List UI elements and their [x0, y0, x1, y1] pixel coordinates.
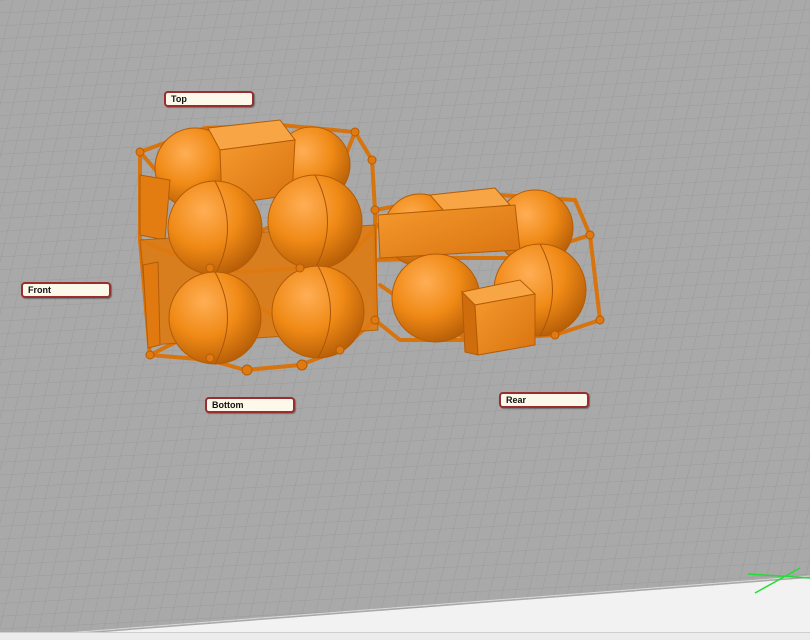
view-label-rear[interactable]: Rear [499, 392, 589, 408]
view-label-bottom[interactable]: Bottom [205, 397, 295, 413]
3d-viewport[interactable]: Top Front Bottom Rear [0, 0, 810, 640]
view-label-top[interactable]: Top [164, 91, 254, 107]
model-scene[interactable] [0, 0, 810, 640]
bottom-toolbar-strip [0, 632, 810, 640]
view-label-front[interactable]: Front [21, 282, 111, 298]
